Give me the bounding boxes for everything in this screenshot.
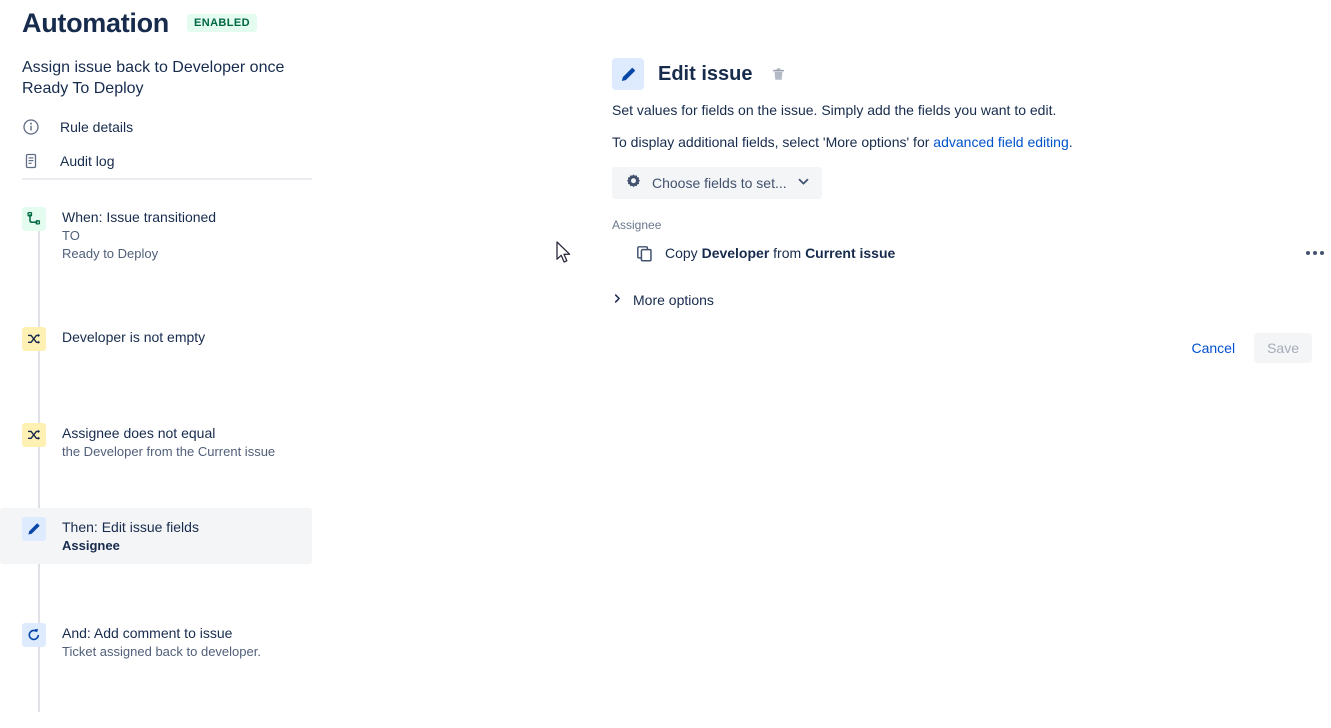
description-suffix: .	[1068, 134, 1073, 150]
rule-sidebar: Automation ENABLED Assign issue back to …	[0, 0, 560, 728]
more-options-label: More options	[633, 292, 714, 308]
timeline-item-text: When: Issue transitioned TO Ready to Dep…	[62, 207, 216, 263]
cancel-button[interactable]: Cancel	[1182, 333, 1244, 363]
timeline-item-condition-assignee[interactable]: Assignee does not equal the Developer fr…	[0, 414, 312, 470]
timeline-spacer	[0, 564, 330, 614]
timeline-spacer	[0, 470, 330, 508]
chevron-right-icon	[612, 291, 623, 309]
sidebar-item-rule-details[interactable]: Rule details	[22, 110, 312, 144]
dot	[1306, 251, 1310, 255]
timeline-item-sub2: Ready to Deploy	[62, 246, 159, 261]
panel-description-1: Set values for fields on the issue. Simp…	[612, 102, 1057, 118]
advanced-field-editing-link[interactable]: advanced field editing	[933, 134, 1068, 150]
panel-title: Edit issue	[658, 62, 753, 85]
panel-description-2: To display additional fields, select 'Mo…	[612, 132, 1073, 152]
copy-icon	[634, 243, 654, 263]
sidebar-item-label: Rule details	[60, 119, 134, 135]
sidebar-item-label: Audit log	[60, 153, 115, 169]
status-badge: ENABLED	[186, 14, 257, 32]
sidebar-nav: Rule details Audit log	[22, 110, 312, 178]
form-actions: Cancel Save	[1182, 333, 1312, 363]
pencil-icon	[22, 517, 46, 541]
panel-header: Edit issue	[612, 58, 788, 90]
more-options-toggle[interactable]: More options	[612, 291, 714, 309]
timeline-item-condition-developer[interactable]: Developer is not empty	[0, 318, 312, 360]
sidebar-divider	[22, 178, 312, 180]
dot	[1313, 251, 1317, 255]
choose-fields-label: Choose fields to set...	[652, 175, 787, 191]
value-middle: from	[769, 245, 806, 261]
info-circle-icon	[22, 118, 40, 136]
rule-name: Assign issue back to Developer once Read…	[22, 59, 285, 97]
page-header: Automation ENABLED	[22, 6, 257, 40]
timeline-item-title: Developer is not empty	[62, 329, 206, 345]
timeline-item-text: Developer is not empty	[62, 327, 205, 347]
condition-shuffle-icon	[22, 327, 46, 351]
timeline-item-title: When: Issue transitioned	[62, 209, 217, 225]
page-title: Automation	[22, 8, 169, 38]
document-log-icon	[22, 152, 40, 170]
chevron-down-icon	[797, 175, 810, 191]
automation-rule-editor-page: Automation ENABLED Assign issue back to …	[0, 0, 1331, 728]
value-field-name: Developer	[701, 245, 770, 261]
timeline-spacer	[0, 670, 330, 718]
comment-refresh-icon	[22, 623, 46, 647]
timeline-item-title: Assignee does not equal	[62, 425, 216, 441]
timeline-item-text: Then: Edit issue fields Assignee	[62, 517, 199, 555]
field-value-row: Copy Developer from Current issue	[634, 240, 1331, 266]
transition-icon	[22, 207, 46, 231]
choose-fields-button[interactable]: Choose fields to set...	[612, 167, 822, 199]
timeline-item-sub1: the Developer from the Current issue	[62, 444, 276, 459]
dot	[1320, 251, 1324, 255]
sidebar-item-audit-log[interactable]: Audit log	[22, 144, 312, 178]
timeline-item-title: And: Add comment to issue	[62, 625, 233, 641]
timeline-spacer	[0, 272, 330, 318]
timeline-item-text: Assignee does not equal the Developer fr…	[62, 423, 275, 461]
save-button[interactable]: Save	[1254, 333, 1312, 363]
action-detail-panel: Edit issue Set values for fields on the …	[612, 0, 1331, 728]
timeline-item-title: Then: Edit issue fields	[62, 519, 199, 535]
gear-icon	[625, 173, 642, 193]
timeline-spacer	[0, 360, 330, 414]
timeline-item-action-add-comment[interactable]: And: Add comment to issue Ticket assigne…	[0, 614, 312, 670]
timeline-item-trigger[interactable]: When: Issue transitioned TO Ready to Dep…	[0, 198, 312, 272]
timeline-item-sub1: Ticket assigned back to developer.	[62, 644, 261, 659]
value-source: Current issue	[805, 245, 896, 261]
timeline-item-sub1: Assignee	[62, 538, 120, 553]
condition-shuffle-icon	[22, 423, 46, 447]
field-value-text: Copy Developer from Current issue	[665, 243, 895, 263]
rule-component-timeline: When: Issue transitioned TO Ready to Dep…	[0, 198, 330, 728]
description-prefix: To display additional fields, select 'Mo…	[612, 134, 934, 150]
value-prefix: Copy	[665, 245, 702, 261]
pencil-icon	[612, 58, 644, 90]
timeline-item-sub1: TO	[62, 228, 80, 243]
add-component-button[interactable]: Add component	[0, 718, 312, 728]
timeline-item-action-edit-issue[interactable]: Then: Edit issue fields Assignee	[0, 508, 312, 564]
timeline-item-text: And: Add comment to issue Ticket assigne…	[62, 623, 261, 661]
more-actions-icon[interactable]	[1299, 240, 1331, 266]
trash-icon[interactable]	[768, 64, 788, 84]
field-label-assignee: Assignee	[612, 218, 662, 232]
